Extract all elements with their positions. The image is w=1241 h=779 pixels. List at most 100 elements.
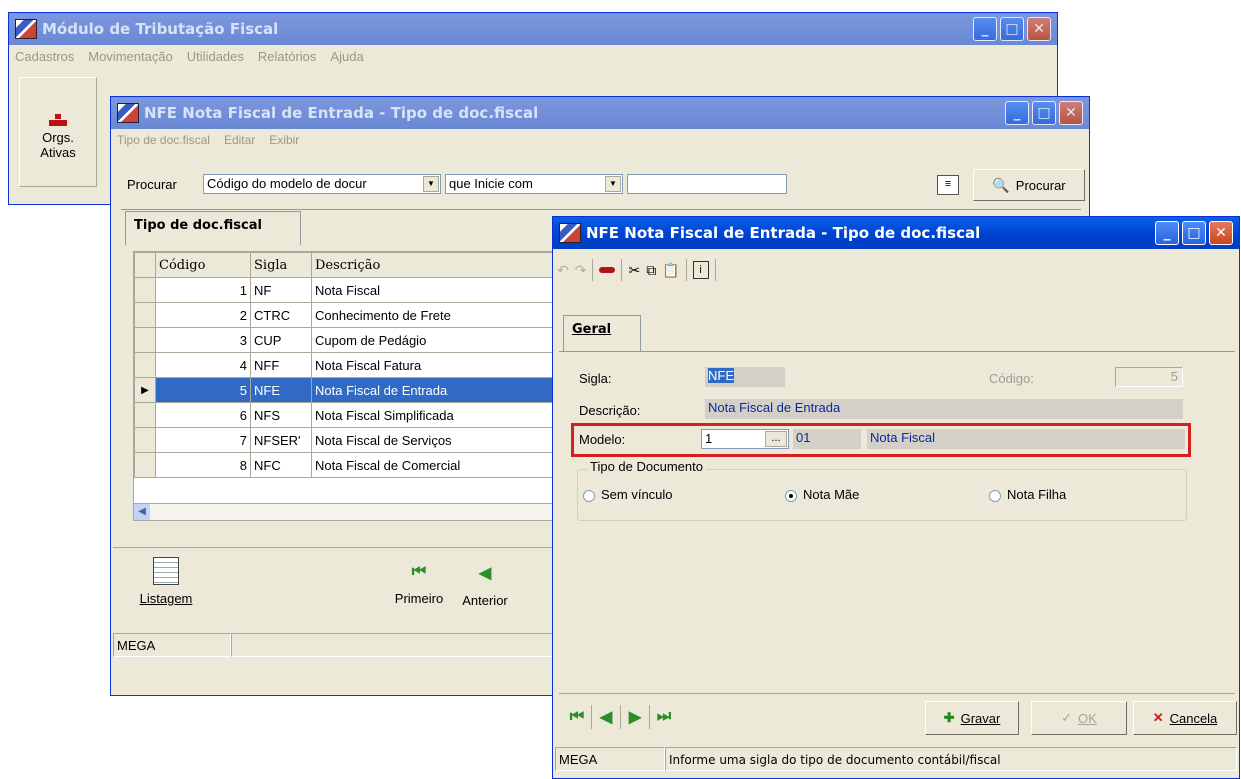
cell-sigla: CUP bbox=[250, 327, 312, 353]
maximize-button[interactable]: □ bbox=[1000, 17, 1024, 41]
list-menubar: Tipo de doc.fiscal Editar Exibir bbox=[111, 129, 1089, 151]
ellipsis-button[interactable]: ... bbox=[765, 431, 787, 447]
menu-cadastros[interactable]: Cadastros bbox=[15, 49, 74, 64]
search-mode-select[interactable]: que Inicie com ▼ bbox=[445, 174, 623, 194]
modelo-input[interactable]: 1 ... bbox=[701, 429, 789, 449]
radio-circle bbox=[583, 489, 595, 502]
row-indicator[interactable] bbox=[134, 327, 156, 353]
anterior-button[interactable]: ◀ Anterior bbox=[455, 563, 515, 608]
sigla-input[interactable]: NFE bbox=[705, 367, 785, 387]
modelo-code: 01 bbox=[793, 429, 861, 449]
info-icon[interactable]: i bbox=[692, 261, 709, 279]
edit-window-titlebar[interactable]: NFE Nota Fiscal de Entrada - Tipo de doc… bbox=[553, 217, 1239, 249]
close-button[interactable]: ✕ bbox=[1059, 101, 1083, 125]
codigo-label: Código: bbox=[989, 371, 1034, 386]
cancel-icon: ✕ bbox=[1152, 710, 1164, 725]
minimize-button[interactable]: _ bbox=[1155, 221, 1179, 245]
cell-codigo: 7 bbox=[155, 427, 251, 453]
maximize-button[interactable]: □ bbox=[1032, 101, 1056, 125]
search-field-select[interactable]: Código do modelo de docur ▼ bbox=[203, 174, 441, 194]
row-indicator[interactable] bbox=[134, 427, 156, 453]
radio-circle bbox=[989, 489, 1001, 502]
app-icon bbox=[15, 19, 37, 39]
radio-nota-mae[interactable]: Nota Mãe bbox=[785, 487, 859, 502]
row-indicator[interactable] bbox=[134, 277, 156, 303]
next-record-icon[interactable]: ▶ bbox=[621, 703, 649, 731]
cell-codigo: 6 bbox=[155, 402, 251, 428]
listagem-button[interactable]: Listagem bbox=[131, 557, 201, 606]
row-indicator[interactable] bbox=[134, 352, 156, 378]
menu-ajuda[interactable]: Ajuda bbox=[330, 49, 363, 64]
row-indicator[interactable] bbox=[134, 402, 156, 428]
previous-record-icon[interactable]: ◀ bbox=[592, 703, 620, 731]
undo-icon[interactable]: ↶ bbox=[557, 262, 569, 279]
cancela-button[interactable]: ✕ Cancela bbox=[1133, 701, 1237, 735]
list-window-titlebar[interactable]: NFE Nota Fiscal de Entrada - Tipo de doc… bbox=[111, 97, 1089, 129]
modelo-label: Modelo: bbox=[579, 432, 626, 447]
maximize-button[interactable]: □ bbox=[1182, 221, 1206, 245]
menu-editar[interactable]: Editar bbox=[224, 133, 255, 147]
main-window-titlebar[interactable]: Módulo de Tributação Fiscal _ □ ✕ bbox=[9, 13, 1057, 45]
tab-geral[interactable]: Geral bbox=[563, 315, 641, 351]
tab-tipo-doc-fiscal[interactable]: Tipo de doc.fiscal bbox=[125, 211, 301, 245]
filter-icon[interactable]: ≡ bbox=[937, 175, 959, 195]
col-codigo[interactable]: Código bbox=[155, 252, 251, 278]
main-menubar: Cadastros Movimentação Utilidades Relató… bbox=[9, 45, 1057, 67]
cut-icon[interactable]: ✂ bbox=[628, 262, 640, 279]
menu-movimentacao[interactable]: Movimentação bbox=[88, 49, 173, 64]
search-field-value: Código do modelo de docur bbox=[207, 176, 367, 191]
list-window-title: NFE Nota Fiscal de Entrada - Tipo de doc… bbox=[144, 104, 539, 122]
first-record-icon[interactable]: ⏮ bbox=[563, 703, 591, 731]
radio-nota-filha[interactable]: Nota Filha bbox=[989, 487, 1066, 502]
descricao-input[interactable]: Nota Fiscal de Entrada bbox=[705, 399, 1183, 419]
menu-relatorios[interactable]: Relatórios bbox=[258, 49, 317, 64]
procurar-label: Procurar bbox=[1015, 177, 1066, 193]
close-button[interactable]: ✕ bbox=[1209, 221, 1233, 245]
paste-icon[interactable]: 📋 bbox=[662, 262, 679, 279]
row-indicator[interactable]: ▶ bbox=[134, 377, 156, 403]
search-text-input[interactable] bbox=[627, 174, 787, 194]
nav-buttons: ⏮ ◀ ▶ ⏭ bbox=[563, 703, 678, 731]
ok-button[interactable]: ✓ OK bbox=[1031, 701, 1127, 735]
cell-sigla: NF bbox=[250, 277, 312, 303]
radio-circle bbox=[785, 489, 797, 502]
row-indicator[interactable] bbox=[134, 452, 156, 478]
cell-codigo: 1 bbox=[155, 277, 251, 303]
modelo-desc: Nota Fiscal bbox=[867, 429, 1185, 449]
edit-window-title: NFE Nota Fiscal de Entrada - Tipo de doc… bbox=[586, 224, 981, 242]
redo-icon[interactable]: ↷ bbox=[575, 262, 587, 279]
cell-sigla: NFE bbox=[250, 377, 312, 403]
chevron-down-icon[interactable]: ▼ bbox=[423, 176, 439, 192]
cell-sigla: NFC bbox=[250, 452, 312, 478]
search-mode-value: que Inicie com bbox=[449, 176, 533, 191]
sigla-label: Sigla: bbox=[579, 371, 612, 386]
cell-sigla: NFF bbox=[250, 352, 312, 378]
col-sigla[interactable]: Sigla bbox=[250, 252, 312, 278]
close-button[interactable]: ✕ bbox=[1027, 17, 1051, 41]
cell-codigo: 4 bbox=[155, 352, 251, 378]
gravar-button[interactable]: ✚ Gravar bbox=[925, 701, 1019, 735]
copy-icon[interactable]: ⧉ bbox=[646, 262, 656, 279]
menu-exibir[interactable]: Exibir bbox=[269, 133, 299, 147]
orgs-ativas-button[interactable]: Orgs. Ativas bbox=[19, 77, 97, 187]
radio-sem-vinculo[interactable]: Sem vínculo bbox=[583, 487, 673, 502]
minimize-button[interactable]: _ bbox=[1005, 101, 1029, 125]
primeiro-button[interactable]: ⏮ Primeiro bbox=[389, 563, 449, 606]
procurar-button[interactable]: 🔍 Procurar bbox=[973, 169, 1085, 201]
menu-tipo-doc[interactable]: Tipo de doc.fiscal bbox=[117, 133, 210, 147]
scroll-left-icon[interactable]: ◀ bbox=[134, 504, 150, 520]
app-icon bbox=[117, 103, 139, 123]
row-indicator[interactable] bbox=[134, 302, 156, 328]
save-icon: ✚ bbox=[943, 710, 955, 725]
last-record-icon[interactable]: ⏭ bbox=[650, 703, 678, 731]
minimize-button[interactable]: _ bbox=[973, 17, 997, 41]
cell-codigo: 3 bbox=[155, 327, 251, 353]
chevron-down-icon[interactable]: ▼ bbox=[605, 176, 621, 192]
cell-sigla: CTRC bbox=[250, 302, 312, 328]
menu-utilidades[interactable]: Utilidades bbox=[187, 49, 244, 64]
status-mega: MEGA bbox=[555, 747, 665, 771]
edit-window: NFE Nota Fiscal de Entrada - Tipo de doc… bbox=[552, 216, 1240, 779]
first-record-icon: ⏮ bbox=[411, 563, 427, 580]
cell-codigo: 2 bbox=[155, 302, 251, 328]
delete-icon[interactable] bbox=[599, 267, 616, 273]
